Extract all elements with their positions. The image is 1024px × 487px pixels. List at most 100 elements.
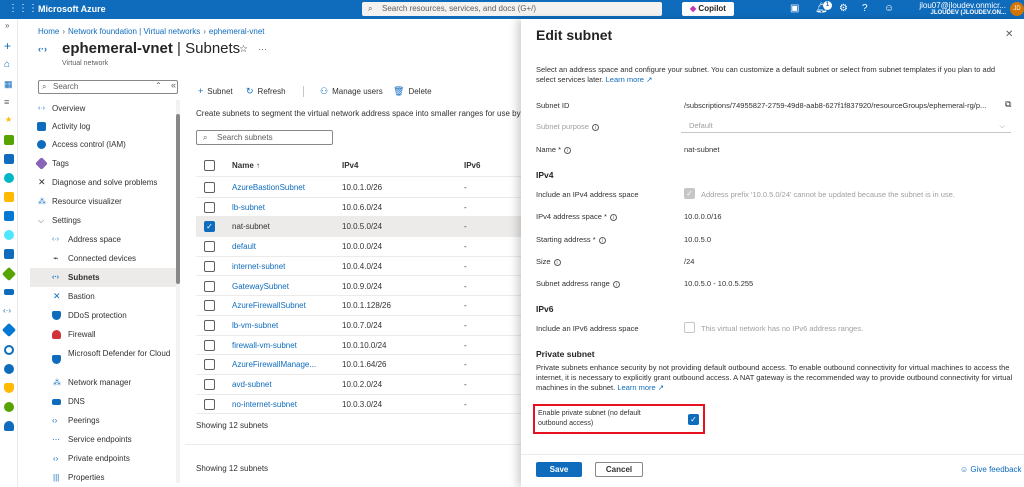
nav-item-iam[interactable]: Access control (IAM) (30, 135, 176, 154)
column-header-ipv4[interactable]: IPv4 (342, 161, 358, 170)
entra-id-icon[interactable] (1, 322, 17, 338)
create-resource-icon[interactable]: + (4, 39, 11, 53)
row-checkbox[interactable] (204, 379, 215, 390)
global-search-input[interactable]: ⌕ Search resources, services, and docs (… (362, 2, 662, 16)
enable-private-subnet-checkbox[interactable]: ✓ (688, 414, 699, 425)
account-directory[interactable]: JLOUDEV (JLOUDEV.ON... (902, 10, 1006, 16)
app-services-icon[interactable] (4, 173, 14, 183)
nav-item-network-manager[interactable]: ⁂ Network manager (30, 373, 176, 392)
row-checkbox[interactable] (204, 398, 215, 410)
nav-item-firewall[interactable]: Firewall (30, 325, 176, 344)
close-icon[interactable]: ✕ (1005, 29, 1013, 40)
table-row[interactable]: AzureBastionSubnet 10.0.1.0/26 - (196, 178, 526, 198)
nav-item-dns[interactable]: DNS (30, 392, 176, 411)
subnet-name-link[interactable]: AzureFirewallManage... (232, 360, 316, 369)
subnet-name-link[interactable]: internet-subnet (232, 262, 285, 271)
column-header-name[interactable]: Name ↑ (232, 161, 260, 170)
add-subnet-button[interactable]: + Subnet (198, 86, 233, 96)
subnet-name-link[interactable]: AzureFirewallSubnet (232, 301, 306, 310)
subnet-name-link[interactable]: GatewaySubnet (232, 282, 289, 291)
private-learn-more-link[interactable]: Learn more (617, 383, 655, 392)
row-checkbox[interactable] (204, 182, 215, 193)
row-checkbox[interactable] (204, 300, 215, 312)
row-checkbox[interactable] (204, 359, 215, 371)
dashboard-icon[interactable]: ▦ (4, 79, 13, 90)
table-row[interactable]: firewall-vm-subnet 10.0.10.0/24 - (196, 336, 526, 356)
give-feedback-link[interactable]: ☺ Give feedback (960, 465, 1022, 474)
nav-item-subnets[interactable]: ‹·› Subnets (30, 268, 176, 287)
nav-item-defender[interactable]: Microsoft Defender for Cloud (30, 346, 176, 372)
feedback-person-icon[interactable]: ☺ (884, 3, 894, 14)
row-checkbox[interactable] (204, 260, 215, 272)
nav-item-activity-log[interactable]: Activity log (30, 117, 176, 136)
breadcrumb-virtual-networks[interactable]: Network foundation | Virtual networks (68, 27, 200, 36)
table-row[interactable]: internet-subnet 10.0.4.0/24 - (196, 257, 526, 277)
subnet-name-link[interactable]: lb-subnet (232, 203, 265, 212)
nav-item-ddos-protection[interactable]: DDoS protection (30, 306, 176, 325)
table-row[interactable]: default 10.0.0.0/24 - (196, 237, 526, 257)
subnet-name-link[interactable]: avd-subnet (232, 380, 272, 389)
name-value[interactable]: nat-subnet (684, 145, 719, 154)
more-options-icon[interactable]: ··· (258, 44, 267, 54)
portal-brand[interactable]: Microsoft Azure (38, 4, 106, 14)
table-row[interactable]: lb-subnet 10.0.6.0/24 - (196, 198, 526, 218)
nav-item-diagnose[interactable]: ✕ Diagnose and solve problems (30, 173, 176, 192)
subnet-search-input[interactable]: ⌕ Search subnets (196, 130, 333, 145)
avatar[interactable]: JD (1010, 2, 1024, 16)
sql-database-icon[interactable] (4, 211, 14, 221)
manage-users-button[interactable]: ⚇ Manage users (320, 86, 383, 97)
select-all-checkbox[interactable] (204, 160, 215, 171)
nav-item-tags[interactable]: Tags (30, 154, 176, 173)
resource-groups-icon[interactable] (4, 154, 14, 164)
column-header-ipv6[interactable]: IPv6 (464, 161, 480, 170)
nav-item-private-endpoints[interactable]: ‹› Private endpoints (30, 449, 176, 468)
nav-clear-icon[interactable]: ⌃ (155, 81, 162, 90)
cosmos-db-icon[interactable] (4, 230, 14, 240)
row-checkbox[interactable] (204, 280, 215, 292)
table-row[interactable]: GatewaySubnet 10.0.9.0/24 - (196, 277, 526, 297)
table-row[interactable]: avd-subnet 10.0.2.0/24 - (196, 375, 526, 395)
table-row[interactable]: lb-vm-subnet 10.0.7.0/24 - (196, 316, 526, 336)
table-row[interactable]: ✓ nat-subnet 10.0.5.0/24 - (196, 217, 526, 238)
row-checkbox[interactable] (204, 241, 215, 253)
monitor-icon[interactable] (4, 345, 14, 355)
nav-item-bastion[interactable]: ✕ Bastion (30, 287, 176, 306)
load-balancer-icon[interactable] (1, 266, 17, 282)
breadcrumb-home[interactable]: Home (38, 27, 59, 36)
help-support-icon[interactable] (4, 421, 14, 431)
row-checkbox[interactable] (204, 201, 215, 213)
size-value[interactable]: /24 (684, 257, 694, 266)
subnet-name-link[interactable]: AzureBastionSubnet (232, 183, 305, 192)
breadcrumb-vnet[interactable]: ephemeral-vnet (209, 27, 265, 36)
nav-item-address-space[interactable]: ‹·› Address space (30, 230, 176, 249)
function-app-icon[interactable] (4, 192, 14, 202)
row-checkbox[interactable] (204, 319, 215, 331)
subnet-name-link[interactable]: default (232, 242, 256, 251)
starting-address-value[interactable]: 10.0.5.0 (684, 235, 711, 244)
refresh-button[interactable]: ↻ Refresh (246, 86, 286, 97)
row-checkbox[interactable] (204, 339, 215, 351)
table-row[interactable]: AzureFirewallSubnet 10.0.1.128/26 - (196, 296, 526, 316)
help-icon[interactable]: ? (862, 3, 868, 14)
nav-item-connected-devices[interactable]: ⌁ Connected devices (30, 249, 176, 268)
nav-scrollbar-thumb[interactable] (176, 114, 180, 284)
virtual-machines-icon[interactable] (4, 249, 14, 259)
all-services-icon[interactable]: ≡ (4, 97, 9, 107)
nav-group-settings[interactable]: ⌵ Settings (30, 211, 176, 230)
cost-management-icon[interactable] (4, 402, 14, 412)
subnet-name-link[interactable]: firewall-vm-subnet (232, 341, 297, 350)
subnet-name-link[interactable]: nat-subnet (232, 222, 270, 231)
collapse-nav-icon[interactable]: « (171, 80, 176, 90)
defender-for-cloud-icon[interactable] (4, 383, 14, 393)
subnet-name-link[interactable]: lb-vm-subnet (232, 321, 278, 330)
nav-item-properties[interactable]: ||| Properties (30, 468, 176, 487)
delete-button[interactable]: 🗑︎ Delete (393, 86, 432, 97)
nav-item-peerings[interactable]: ‹› Peerings (30, 411, 176, 430)
subnet-name-link[interactable]: no-internet-subnet (232, 400, 297, 409)
learn-more-link[interactable]: Learn more (606, 75, 644, 84)
nav-item-service-endpoints[interactable]: ⋯ Service endpoints (30, 430, 176, 449)
table-row[interactable]: no-internet-subnet 10.0.3.0/24 - (196, 395, 526, 415)
row-checkbox[interactable]: ✓ (204, 221, 215, 233)
storage-accounts-icon[interactable] (4, 289, 14, 295)
copy-icon[interactable]: ⧉ (1005, 99, 1011, 110)
